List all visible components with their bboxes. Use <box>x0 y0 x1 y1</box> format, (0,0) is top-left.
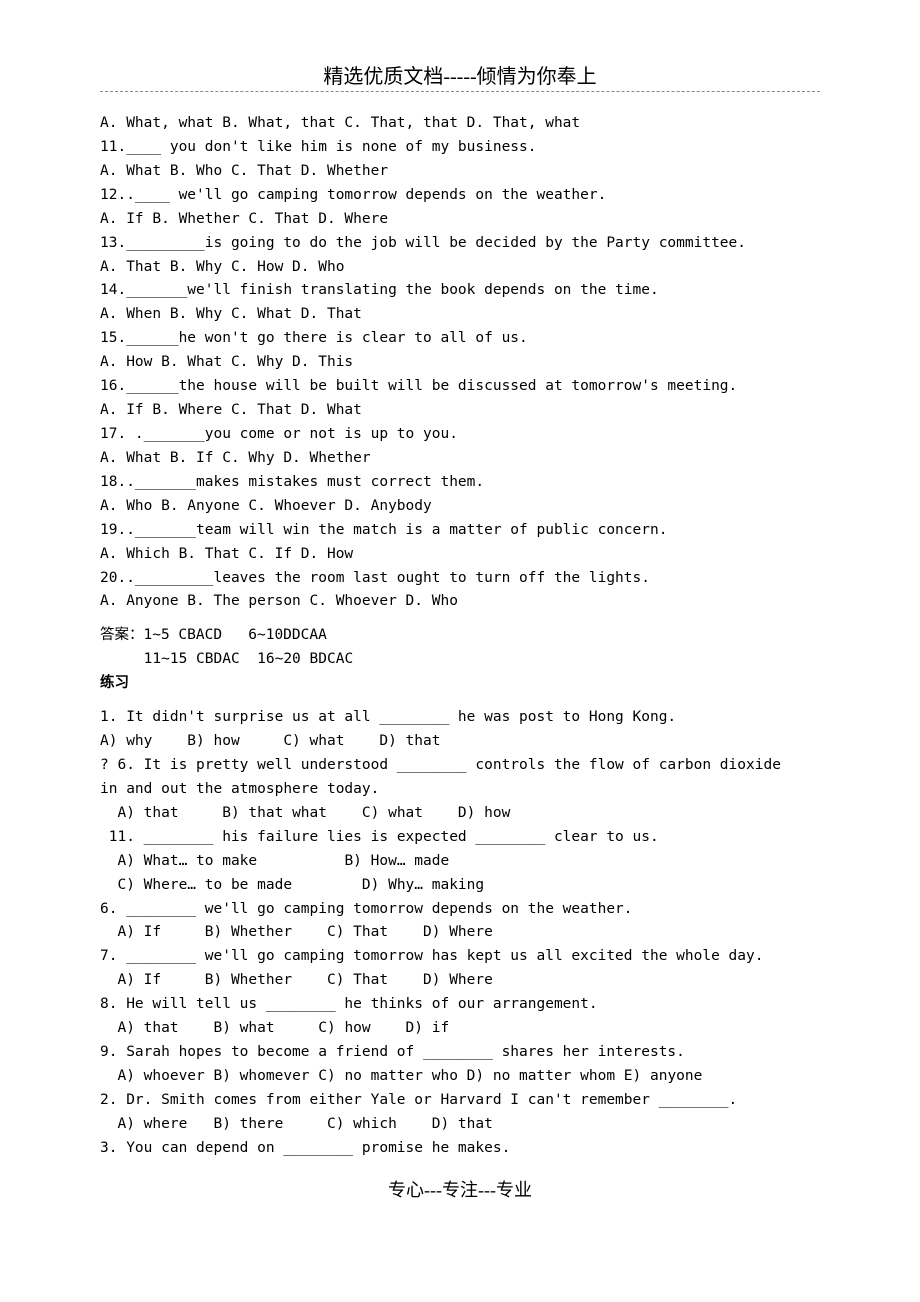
text-line: 11. ________ his failure lies is expecte… <box>100 826 820 850</box>
text-line: 3. You can depend on ________ promise he… <box>100 1137 820 1161</box>
text-line: in and out the atmosphere today. <box>100 778 820 802</box>
document-body: A. What, what B. What, that C. That, tha… <box>100 112 820 1161</box>
text-line: A. Anyone B. The person C. Whoever D. Wh… <box>100 590 820 614</box>
text-line: A. Which B. That C. If D. How <box>100 543 820 567</box>
page-header-title: 精选优质文档-----倾情为你奉上 <box>100 60 820 89</box>
text-line: 2. Dr. Smith comes from either Yale or H… <box>100 1089 820 1113</box>
text-line: A) why B) how C) what D) that <box>100 730 820 754</box>
text-line: 13._________is going to do the job will … <box>100 232 820 256</box>
text-line: A. How B. What C. Why D. This <box>100 351 820 375</box>
text-line: 11~15 CBDAC 16~20 BDCAC <box>100 648 820 672</box>
text-line: 20.._________leaves the room last ought … <box>100 567 820 591</box>
text-line: 19.._______team will win the match is a … <box>100 519 820 543</box>
text-line: 9. Sarah hopes to become a friend of ___… <box>100 1041 820 1065</box>
text-line: A. What B. If C. Why D. Whether <box>100 447 820 471</box>
text-line: 7. ________ we'll go camping tomorrow ha… <box>100 945 820 969</box>
text-line: 11.____ you don't like him is none of my… <box>100 136 820 160</box>
text-line: A. If B. Whether C. That D. Where <box>100 208 820 232</box>
text-line: ? 6. It is pretty well understood ______… <box>100 754 820 778</box>
text-line: A) If B) Whether C) That D) Where <box>100 969 820 993</box>
page-footer-title: 专心---专注---专业 <box>100 1176 820 1202</box>
text-line: 15.______he won't go there is clear to a… <box>100 327 820 351</box>
text-line: A) If B) Whether C) That D) Where <box>100 921 820 945</box>
text-line: A) What… to make B) How… made <box>100 850 820 874</box>
text-line: 14._______we'll finish translating the b… <box>100 279 820 303</box>
text-line: 练习 <box>100 672 820 696</box>
text-line: 16.______the house will be built will be… <box>100 375 820 399</box>
text-line: A. If B. Where C. That D. What <box>100 399 820 423</box>
text-line: 17. ._______you come or not is up to you… <box>100 423 820 447</box>
text-line: 18.._______makes mistakes must correct t… <box>100 471 820 495</box>
text-line: 8. He will tell us ________ he thinks of… <box>100 993 820 1017</box>
text-line: A. What B. Who C. That D. Whether <box>100 160 820 184</box>
text-line: A. What, what B. What, that C. That, tha… <box>100 112 820 136</box>
text-line: A) that B) what C) how D) if <box>100 1017 820 1041</box>
text-line: A. Who B. Anyone C. Whoever D. Anybody <box>100 495 820 519</box>
text-line: A. That B. Why C. How D. Who <box>100 256 820 280</box>
header-divider <box>100 91 820 92</box>
text-line: A) where B) there C) which D) that <box>100 1113 820 1137</box>
text-line: 1. It didn't surprise us at all ________… <box>100 706 820 730</box>
text-line: 12..____ we'll go camping tomorrow depen… <box>100 184 820 208</box>
text-line: 6. ________ we'll go camping tomorrow de… <box>100 898 820 922</box>
text-line: 答案：1~5 CBACD 6~10DDCAA <box>100 624 820 648</box>
text-line: A) whoever B) whomever C) no matter who … <box>100 1065 820 1089</box>
text-line: A) that B) that what C) what D) how <box>100 802 820 826</box>
text-line: C) Where… to be made D) Why… making <box>100 874 820 898</box>
text-line: A. When B. Why C. What D. That <box>100 303 820 327</box>
